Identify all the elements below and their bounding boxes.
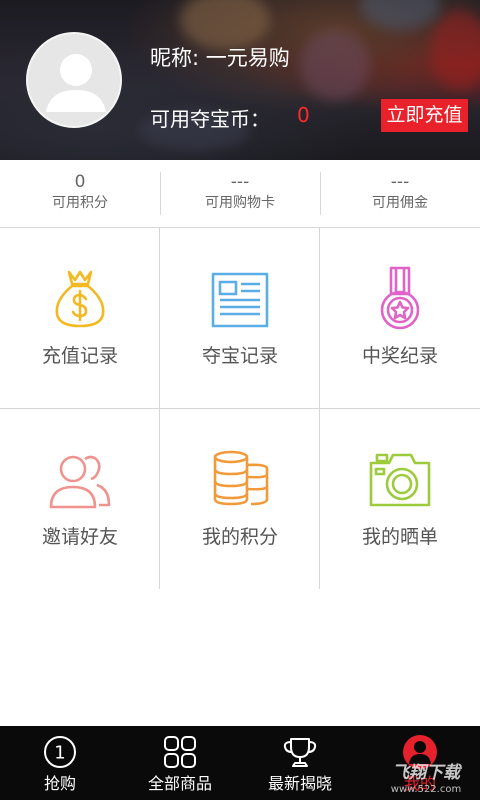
tab-latest-results[interactable]: 最新揭晓 [240,726,360,800]
stat-value: 0 [74,172,86,192]
recharge-button[interactable]: 立即充值 [381,99,468,132]
svg-text:1: 1 [54,743,65,764]
tab-all-products[interactable]: 全部商品 [120,726,240,800]
camera-icon [369,453,431,507]
stat-label: 可用佣金 [372,195,428,211]
nickname: 昵称: 一元易购 [150,46,290,70]
users-icon [49,455,111,509]
stats-row: 0 可用积分 --- 可用购物卡 --- 可用佣金 [0,160,480,227]
menu-winning-records[interactable]: 中奖纪录 [320,228,480,408]
tab-label: 全部商品 [147,774,212,793]
tab-label: 最新揭晓 [267,774,332,793]
menu-invite-friends[interactable]: 邀请好友 [0,409,160,589]
coins-value: 0 [297,103,310,127]
trophy-icon [283,738,317,767]
svg-text:飞翔下载: 飞翔下载 [392,763,463,783]
menu-my-points[interactable]: 我的积分 [160,409,320,589]
tab-label: 抢购 [43,774,76,793]
menu-grid: 充值记录 夺宝记录 中奖纪录 邀请好友 我的积分 我的晒单 [0,227,480,589]
app-screen: 昵称: 一元易购 可用夺宝币： 0 立即充值 0 可用积分 --- 可用购物卡 … [0,0,480,800]
circle-one-icon: 1 [44,736,76,768]
grid-icon [164,736,196,768]
menu-label: 充值记录 [41,345,118,367]
stat-shopping-card[interactable]: --- 可用购物卡 [160,160,320,227]
document-icon [211,272,269,328]
stat-label: 可用积分 [52,195,108,211]
profile-header: 昵称: 一元易购 可用夺宝币： 0 立即充值 [0,0,480,160]
stat-value: --- [390,172,410,192]
menu-label: 邀请好友 [41,526,118,548]
menu-label: 我的积分 [201,526,278,548]
coin-stack-icon [213,450,269,506]
menu-treasure-records[interactable]: 夺宝记录 [160,228,320,408]
default-avatar-icon [46,54,106,112]
menu-label: 中奖纪录 [361,345,438,367]
coins-label: 可用夺宝币： [150,107,270,131]
stat-points[interactable]: 0 可用积分 [0,160,160,227]
menu-my-posts[interactable]: 我的晒单 [320,409,480,589]
medal-icon [380,266,420,330]
stat-label: 可用购物卡 [205,195,275,211]
stat-value: --- [230,172,250,192]
tab-flash-sale[interactable]: 1 抢购 [0,726,120,800]
svg-text:www.522.com: www.522.com [391,784,461,795]
menu-recharge-records[interactable]: 充值记录 [0,228,160,408]
menu-label: 我的晒单 [361,526,438,548]
stat-commission[interactable]: --- 可用佣金 [320,160,480,227]
bottom-tab-bar: 1 抢购 全部商品 最新揭晓 我的 飞翔下载 www.522.com [0,726,480,800]
money-bag-icon [55,270,105,328]
menu-label: 夺宝记录 [201,345,278,367]
avatar[interactable] [26,32,122,128]
watermark-logo: 飞翔下载 www.522.com [391,763,463,795]
